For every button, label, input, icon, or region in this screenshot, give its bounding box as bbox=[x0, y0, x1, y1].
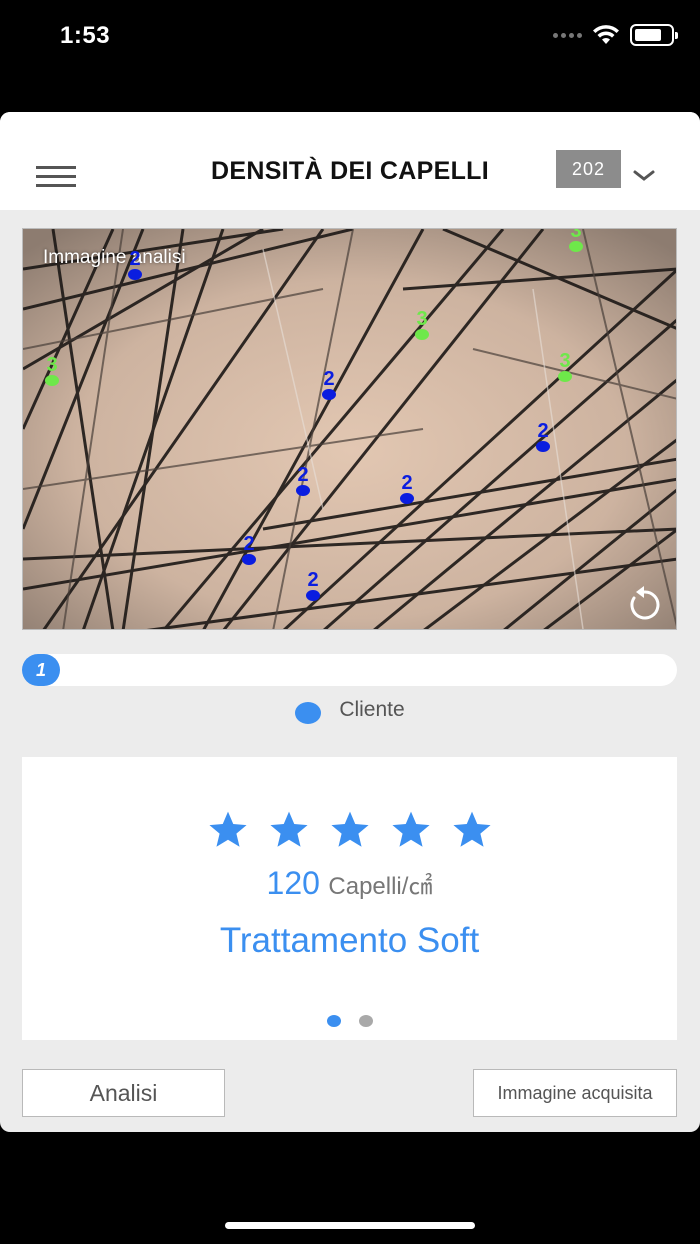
marker-dot bbox=[569, 241, 583, 252]
status-icons bbox=[553, 24, 678, 46]
hair-count-marker: 2 bbox=[234, 534, 264, 565]
marker-label: 3 bbox=[46, 354, 58, 376]
marker-label: 2 bbox=[243, 533, 255, 555]
scalp-photo bbox=[23, 229, 676, 629]
marker-dot bbox=[400, 493, 414, 504]
marker-label: 2 bbox=[401, 472, 413, 494]
legend: Cliente bbox=[0, 696, 700, 724]
marker-label: 3 bbox=[570, 228, 582, 242]
marker-dot bbox=[558, 371, 572, 382]
hair-count-marker: 3 bbox=[550, 351, 580, 382]
hair-count-marker: 3 bbox=[407, 309, 437, 340]
marker-label: 2 bbox=[537, 420, 549, 442]
result-card[interactable]: 120 Capelli/㎠ Trattamento Soft bbox=[22, 757, 677, 1040]
image-label: Immagine analisi bbox=[43, 247, 186, 268]
star-rating bbox=[22, 809, 677, 851]
marker-label: 2 bbox=[323, 368, 335, 390]
marker-label: 2 bbox=[307, 569, 319, 591]
cellular-signal-icon bbox=[553, 32, 582, 38]
page-dot-active[interactable] bbox=[326, 1015, 341, 1027]
star-icon bbox=[208, 811, 247, 847]
hair-count-marker: 2 bbox=[298, 570, 328, 601]
acquired-image-button[interactable]: Immagine acquisita bbox=[473, 1069, 677, 1117]
hair-count-marker: 2 bbox=[288, 465, 318, 496]
analysis-button[interactable]: Analisi bbox=[22, 1069, 225, 1117]
legend-label: Cliente bbox=[339, 698, 405, 721]
hair-count-marker: 3 bbox=[37, 355, 67, 386]
marker-label: 2 bbox=[297, 464, 309, 486]
status-time: 1:53 bbox=[60, 22, 111, 49]
page-indicator[interactable] bbox=[22, 1015, 677, 1027]
star-icon bbox=[330, 811, 369, 847]
analysis-image[interactable]: Immagine analisi 2 3 3 3 3 2 2 2 2 2 2 bbox=[22, 228, 677, 630]
progress-knob[interactable]: 1 bbox=[22, 654, 60, 686]
marker-dot bbox=[242, 554, 256, 565]
hair-count-marker: 2 bbox=[392, 473, 422, 504]
marker-dot bbox=[322, 389, 336, 400]
marker-label: 2 bbox=[129, 248, 141, 270]
marker-dot bbox=[306, 590, 320, 601]
star-icon bbox=[269, 811, 308, 847]
wifi-icon bbox=[593, 25, 619, 44]
marker-dot bbox=[45, 375, 59, 386]
header: DENSITÀ DEI CAPELLI 202 bbox=[0, 112, 700, 210]
density-unit: Capelli/㎠ bbox=[328, 873, 433, 900]
page-dot[interactable] bbox=[358, 1015, 373, 1027]
legend-dot bbox=[295, 702, 322, 724]
chevron-down-icon[interactable] bbox=[632, 164, 656, 188]
density-value: 120 bbox=[266, 865, 320, 901]
marker-dot bbox=[536, 441, 550, 452]
status-bar: 1:53 bbox=[0, 0, 700, 72]
home-indicator[interactable] bbox=[225, 1222, 475, 1229]
density-sheet: DENSITÀ DEI CAPELLI 202 Immagine analisi… bbox=[0, 112, 700, 1132]
marker-dot bbox=[128, 269, 142, 280]
star-icon bbox=[452, 811, 491, 847]
hair-count-marker: 2 bbox=[314, 369, 344, 400]
hair-count-marker: 2 bbox=[120, 249, 150, 280]
progress-track[interactable] bbox=[22, 654, 677, 686]
treatment-label: Trattamento Soft bbox=[219, 921, 480, 960]
rotate-reset-icon[interactable] bbox=[624, 584, 664, 624]
hair-count-marker: 3 bbox=[561, 228, 591, 252]
marker-label: 3 bbox=[559, 350, 571, 372]
marker-dot bbox=[296, 485, 310, 496]
density-readout: 120 Capelli/㎠ bbox=[22, 865, 677, 902]
marker-label: 3 bbox=[416, 308, 428, 330]
marker-dot bbox=[415, 329, 429, 340]
count-badge: 202 bbox=[556, 150, 621, 188]
battery-icon bbox=[630, 24, 678, 46]
hair-count-marker: 2 bbox=[528, 421, 558, 452]
star-icon bbox=[391, 811, 430, 847]
